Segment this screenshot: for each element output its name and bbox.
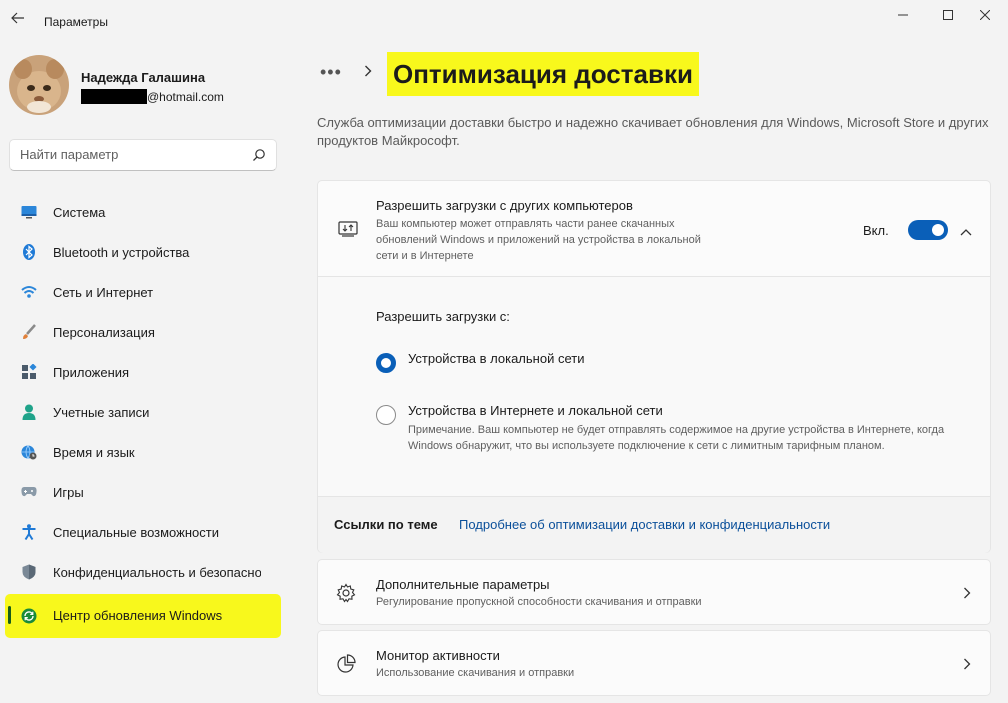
minimize-icon	[898, 14, 908, 16]
maximize-icon	[943, 10, 953, 20]
accessibility-icon	[21, 524, 37, 540]
radio-local-network[interactable]	[376, 353, 396, 373]
sidebar-item-label: Сеть и Интернет	[53, 285, 154, 300]
window-title: Параметры	[44, 15, 108, 29]
sidebar-item-label: Bluetooth и устройства	[53, 245, 190, 260]
close-icon	[980, 10, 990, 20]
sidebar-item-bluetooth[interactable]: Bluetooth и устройства	[5, 232, 281, 272]
advanced-options-subtitle: Регулирование пропускной способности ска…	[376, 596, 702, 608]
advanced-options-row[interactable]: Дополнительные параметры Регулирование п…	[317, 559, 991, 625]
activity-monitor-title: Монитор активности	[376, 648, 500, 663]
sidebar-item-label: Игры	[53, 485, 84, 500]
search-input[interactable]	[20, 147, 240, 162]
system-display-icon	[21, 204, 37, 220]
sidebar-item-time-language[interactable]: Время и язык	[5, 432, 281, 472]
sidebar-item-label: Центр обновления Windows	[53, 608, 223, 623]
sidebar-item-label: Персонализация	[53, 325, 155, 340]
gear-icon	[336, 583, 356, 608]
sidebar-nav: Система Bluetooth и устройства Сеть и Ин…	[5, 192, 281, 638]
related-links-label: Ссылки по теме	[334, 517, 438, 532]
sidebar-item-privacy[interactable]: Конфиденциальность и безопасность	[5, 552, 281, 592]
search-icon[interactable]	[252, 148, 266, 167]
page-description: Служба оптимизации доставки быстро и над…	[317, 115, 989, 148]
sidebar-item-system[interactable]: Система	[5, 192, 281, 232]
pie-chart-icon	[336, 654, 356, 679]
user-email: @hotmail.com	[81, 89, 224, 104]
allow-downloads-description: Ваш компьютер может отправлять части ран…	[376, 218, 701, 262]
radio-internet-and-local-label[interactable]: Устройства в Интернете и локальной сети	[408, 403, 663, 418]
windows-update-icon	[21, 608, 37, 624]
globe-clock-icon	[21, 444, 37, 460]
sidebar-item-gaming[interactable]: Игры	[5, 472, 281, 512]
sidebar-item-accessibility[interactable]: Специальные возможности	[5, 512, 281, 552]
radio-internet-note: Примечание. Ваш компьютер не будет отпра…	[408, 424, 945, 452]
shield-icon	[21, 564, 37, 580]
search-box[interactable]	[9, 139, 277, 171]
allow-downloads-options: Разрешить загрузки с: Устройства в локал…	[318, 277, 990, 497]
chevron-up-icon[interactable]	[960, 223, 972, 241]
sidebar-item-personalization[interactable]: Персонализация	[5, 312, 281, 352]
sidebar-item-label: Время и язык	[53, 445, 135, 460]
back-arrow-icon[interactable]	[8, 10, 28, 30]
related-links: Ссылки по теме Подробнее об оптимизации …	[318, 497, 990, 553]
user-name: Надежда Галашина	[81, 70, 206, 85]
sidebar-item-label: Конфиденциальность и безопасность	[53, 565, 261, 580]
breadcrumb-more-button[interactable]: •••	[320, 62, 342, 83]
allow-downloads-title: Разрешить загрузки с других компьютеров	[376, 198, 633, 213]
avatar[interactable]	[9, 55, 69, 115]
sidebar-item-accounts[interactable]: Учетные записи	[5, 392, 281, 432]
account-icon	[21, 404, 37, 420]
active-indicator	[8, 606, 11, 624]
minimize-button[interactable]	[880, 0, 926, 30]
title-bar: Параметры	[0, 0, 1008, 44]
apps-icon	[21, 364, 37, 380]
allow-downloads-header[interactable]: Разрешить загрузки с других компьютеров …	[318, 181, 990, 277]
sidebar-item-apps[interactable]: Приложения	[5, 352, 281, 392]
email-redaction	[81, 89, 147, 104]
sidebar-item-label: Приложения	[53, 365, 130, 380]
activity-monitor-subtitle: Использование скачивания и отправки	[376, 667, 575, 679]
toggle-knob	[932, 224, 944, 236]
toggle-state-label: Вкл.	[863, 223, 889, 238]
chevron-right-icon	[963, 657, 971, 675]
activity-monitor-row[interactable]: Монитор активности Использование скачива…	[317, 630, 991, 696]
sidebar-item-label: Специальные возможности	[53, 525, 219, 540]
radio-internet-and-local[interactable]	[376, 405, 396, 425]
radio-group-label: Разрешить загрузки с:	[376, 309, 510, 324]
page-title: Оптимизация доставки	[387, 52, 699, 96]
chevron-right-icon	[963, 586, 971, 604]
sidebar-item-label: Учетные записи	[53, 405, 150, 420]
close-button[interactable]	[962, 0, 1008, 30]
advanced-options-title: Дополнительные параметры	[376, 577, 550, 592]
allow-downloads-toggle[interactable]	[908, 220, 948, 240]
gamepad-icon	[21, 484, 37, 500]
allow-downloads-card: Разрешить загрузки с других компьютеров …	[317, 180, 991, 553]
sidebar-item-label: Система	[53, 205, 106, 220]
privacy-info-link[interactable]: Подробнее об оптимизации доставки и конф…	[459, 517, 830, 532]
email-domain: @hotmail.com	[147, 89, 224, 104]
bluetooth-icon	[21, 244, 37, 260]
sidebar-item-network[interactable]: Сеть и Интернет	[5, 272, 281, 312]
download-share-icon	[338, 221, 358, 242]
brush-icon	[21, 324, 37, 340]
sidebar-item-windows-update[interactable]: Центр обновления Windows	[5, 594, 281, 638]
radio-local-network-label[interactable]: Устройства в локальной сети	[408, 351, 584, 366]
chevron-right-icon	[364, 64, 372, 82]
wifi-icon	[21, 284, 37, 300]
